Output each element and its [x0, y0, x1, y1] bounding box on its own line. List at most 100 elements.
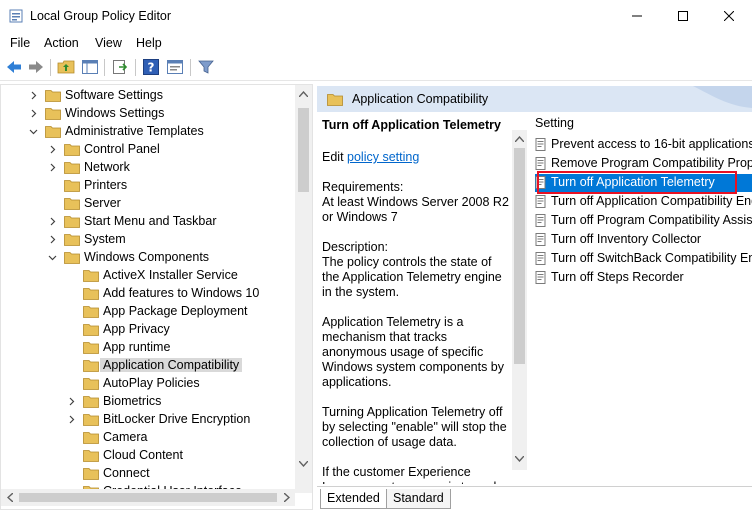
setting-row[interactable]: Turn off Application Compatibility Engin…: [535, 193, 752, 211]
tree-item[interactable]: BitLocker Drive Encryption: [1, 411, 293, 429]
tree-item[interactable]: Cloud Content: [1, 447, 293, 465]
menu-action[interactable]: Action: [44, 36, 79, 50]
scroll-right-arrow-icon[interactable]: [278, 489, 295, 506]
tree-vertical-scrollbar[interactable]: [295, 85, 312, 493]
menu-file[interactable]: File: [10, 36, 30, 50]
setting-row[interactable]: Turn off SwitchBack Compatibility Engine: [535, 250, 752, 268]
tree-item[interactable]: Connect: [1, 465, 293, 483]
description-scrollbar[interactable]: [512, 130, 527, 470]
menu-view[interactable]: View: [95, 36, 122, 50]
tree-item-label: Start Menu and Taskbar: [84, 214, 217, 228]
tree-item[interactable]: Software Settings: [1, 87, 293, 105]
description-line: Improvement program is turned: [322, 480, 496, 484]
folder-icon: [327, 94, 343, 106]
title-bar: Local Group Policy Editor: [0, 0, 752, 32]
description-line: Windows system components by: [322, 360, 505, 374]
tree-item[interactable]: Camera: [1, 429, 293, 447]
tree-item[interactable]: Add features to Windows 10: [1, 285, 293, 303]
collapsed-chevron-icon[interactable]: [48, 217, 57, 226]
setting-row[interactable]: Turn off Application Telemetry: [535, 174, 752, 192]
description-line: Description:: [322, 240, 388, 254]
help-icon[interactable]: ?: [142, 58, 160, 76]
tree-item[interactable]: Network: [1, 159, 293, 177]
collapsed-chevron-icon[interactable]: [48, 163, 57, 172]
forward-arrow-icon[interactable]: [27, 58, 45, 76]
details-header: Application Compatibility: [317, 86, 752, 112]
scroll-left-arrow-icon[interactable]: [1, 489, 18, 506]
edit-line: Edit policy setting: [322, 150, 419, 164]
maximize-button[interactable]: [660, 0, 706, 32]
console-tree: Software Settings Windows Settings Adminis…: [0, 84, 313, 510]
tree-item[interactable]: AutoPlay Policies: [1, 375, 293, 393]
properties-icon[interactable]: [166, 58, 184, 76]
setting-row[interactable]: Prevent access to 16-bit applications: [535, 136, 752, 154]
setting-row[interactable]: Turn off Inventory Collector: [535, 231, 752, 249]
folder-icon: [83, 360, 99, 372]
tree-item[interactable]: Printers: [1, 177, 293, 195]
filter-icon[interactable]: [197, 58, 215, 76]
collapsed-chevron-icon[interactable]: [48, 235, 57, 244]
tree-item-label: Application Compatibility: [100, 358, 243, 372]
description-line: by selecting "enable" will stop the: [322, 420, 507, 434]
tree-item[interactable]: Biometrics: [1, 393, 293, 411]
tree-hscroll-thumb[interactable]: [19, 493, 277, 502]
collapsed-chevron-icon[interactable]: [48, 145, 57, 154]
tree-item-label: Windows Settings: [65, 106, 165, 120]
tree-item[interactable]: Control Panel: [1, 141, 293, 159]
edit-policy-link[interactable]: policy setting: [347, 150, 419, 164]
close-button[interactable]: [706, 0, 752, 32]
tree-item[interactable]: ActiveX Installer Service: [1, 267, 293, 285]
export-list-icon[interactable]: [111, 58, 129, 76]
setting-row[interactable]: Remove Program Compatibility Property Pa…: [535, 155, 752, 173]
expanded-chevron-icon[interactable]: [48, 253, 57, 262]
setting-label: Turn off Steps Recorder: [551, 270, 684, 284]
setting-label: Remove Program Compatibility Property Pa…: [551, 156, 752, 170]
up-folder-icon[interactable]: [57, 58, 75, 76]
collapsed-chevron-icon[interactable]: [29, 109, 38, 118]
folder-icon: [83, 414, 99, 426]
toolbar-separator: [135, 59, 136, 76]
tree-item[interactable]: Administrative Templates: [1, 123, 293, 141]
expanded-chevron-icon[interactable]: [29, 127, 38, 136]
folder-icon: [64, 216, 80, 228]
tree-item[interactable]: Windows Components: [1, 249, 293, 267]
scroll-up-arrow-icon[interactable]: [295, 85, 312, 102]
tree-item[interactable]: Windows Settings: [1, 105, 293, 123]
tree-item[interactable]: App Package Deployment: [1, 303, 293, 321]
tree-item-label: Camera: [103, 430, 148, 444]
tree-item-label: Add features to Windows 10: [103, 286, 260, 300]
policy-setting-icon: [535, 271, 546, 284]
tab-standard[interactable]: Standard: [386, 489, 451, 509]
tree-item[interactable]: Start Menu and Taskbar: [1, 213, 293, 231]
tree-item[interactable]: App Privacy: [1, 321, 293, 339]
tab-extended[interactable]: Extended: [320, 489, 387, 509]
column-header-setting[interactable]: Setting: [535, 116, 574, 130]
tree-horizontal-scrollbar[interactable]: [1, 489, 295, 506]
collapsed-chevron-icon[interactable]: [67, 397, 76, 406]
setting-row[interactable]: Turn off Steps Recorder: [535, 269, 752, 287]
description-line: in the system.: [322, 285, 400, 299]
scroll-down-arrow-icon[interactable]: [295, 455, 312, 472]
desc-scroll-thumb[interactable]: [514, 148, 525, 364]
folder-icon: [64, 198, 80, 210]
tree-item-label: App Package Deployment: [103, 304, 248, 318]
setting-label: Turn off Inventory Collector: [551, 232, 702, 246]
collapsed-chevron-icon[interactable]: [67, 415, 76, 424]
tree-item[interactable]: Application Compatibility: [1, 357, 293, 375]
minimize-button[interactable]: [614, 0, 660, 32]
tree-item-label: Windows Components: [84, 250, 210, 264]
back-arrow-icon[interactable]: [5, 58, 23, 76]
desc-scroll-down-arrow-icon[interactable]: [511, 450, 527, 467]
toolbar-separator: [190, 59, 191, 76]
folder-icon: [64, 144, 80, 156]
desc-scroll-up-arrow-icon[interactable]: [511, 130, 527, 147]
setting-row[interactable]: Turn off Program Compatibility Assistant: [535, 212, 752, 230]
tree-vscroll-thumb[interactable]: [298, 108, 309, 192]
menu-help[interactable]: Help: [136, 36, 162, 50]
tree-item[interactable]: System: [1, 231, 293, 249]
show-hide-tree-icon[interactable]: [81, 58, 99, 76]
tree-item[interactable]: Server: [1, 195, 293, 213]
description-line: Requirements:: [322, 180, 404, 194]
collapsed-chevron-icon[interactable]: [29, 91, 38, 100]
tree-item[interactable]: App runtime: [1, 339, 293, 357]
